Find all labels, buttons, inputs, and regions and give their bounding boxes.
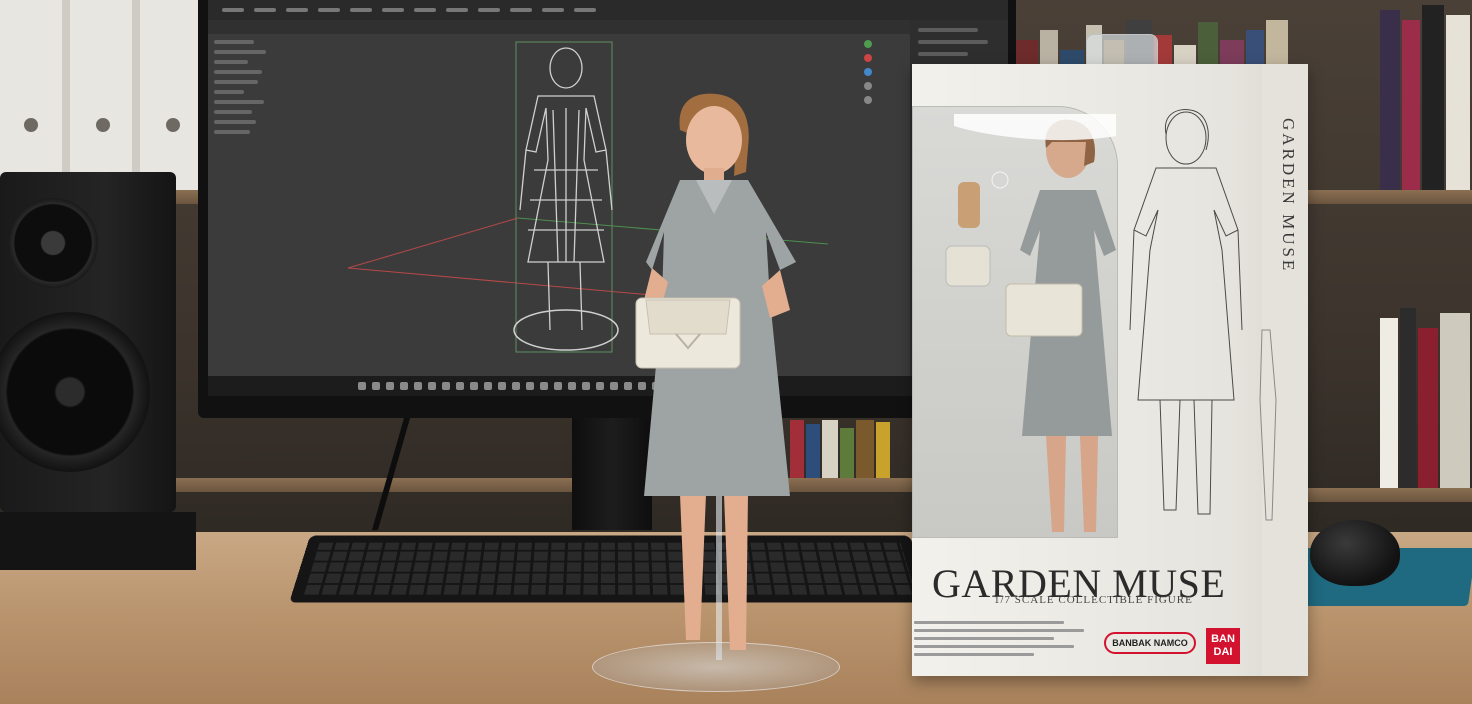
box-fine-print	[914, 616, 1084, 661]
box-side-title: GARDEN MUSE	[1279, 118, 1298, 274]
box-subtitle: 1/7 SCALE COLLECTIBLE FIGURE	[994, 594, 1193, 606]
brand-logo-square: BAN DAI	[1206, 628, 1240, 664]
brand-logo-line2: DAI	[1213, 646, 1233, 658]
brand-logo-pill: BANBAK NAMCO	[1104, 632, 1196, 654]
photo-scene: GARDEN MUSE GARDEN MUSE 1/7 SCALE COLLEC…	[0, 0, 1472, 704]
box-line-art	[1129, 109, 1277, 521]
box-contents	[945, 109, 1277, 532]
brand-logo-line1: BAN	[1211, 633, 1235, 645]
